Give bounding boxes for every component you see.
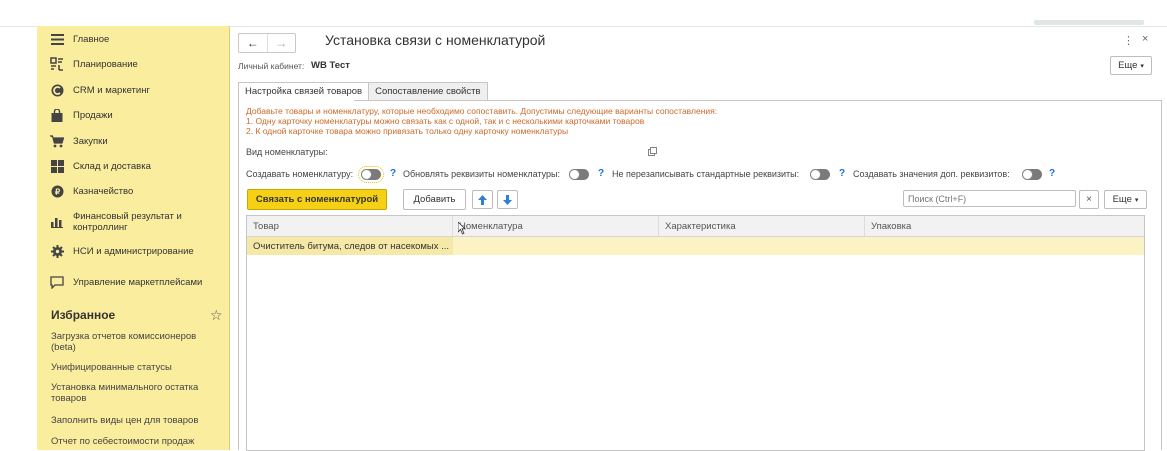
arrow-down-icon	[503, 194, 512, 205]
clear-search-button[interactable]: ×	[1079, 190, 1099, 209]
history-nav: ← →	[238, 33, 296, 53]
cabinet-label: Личный кабинет:	[238, 61, 305, 71]
create-values-toggle[interactable]	[1022, 169, 1042, 180]
sidebar-item-label: Планирование	[73, 58, 138, 70]
sidebar-item-purchases[interactable]: Закупки	[37, 133, 229, 149]
sidebar-item-label: CRM и маркетинг	[73, 84, 150, 96]
crm-icon	[49, 82, 65, 98]
tab-property-matching[interactable]: Сопоставление свойств	[368, 82, 488, 101]
favorites-title: Избранное	[51, 308, 116, 322]
tab-bar: Настройка связей товаров Сопоставление с…	[238, 82, 488, 101]
table-header: Товар Номенклатура Характеристика Упаков…	[247, 216, 1144, 237]
cabinet-value[interactable]: WB Тест	[311, 60, 350, 71]
sidebar-item-sales[interactable]: Продажи	[37, 107, 229, 123]
sidebar-item-finance[interactable]: Финансовый результат и контроллинг	[37, 210, 229, 234]
create-nomenclature-label: Создавать номенклатуру:	[246, 169, 354, 179]
update-requisites-toggle[interactable]	[569, 169, 589, 180]
sidebar-item-label: НСИ и администрирование	[73, 245, 194, 257]
panel-border	[238, 100, 239, 450]
table-cell[interactable]	[453, 237, 659, 255]
table-more-button[interactable]: Еще ▾	[1104, 190, 1147, 209]
create-values-label: Создавать значения доп. реквизитов:	[853, 169, 1010, 179]
sidebar-item-marketplaces[interactable]: Управление маркетплейсами	[37, 270, 229, 294]
help-icon[interactable]: ?	[390, 168, 396, 179]
tab-link-settings[interactable]: Настройка связей товаров	[238, 82, 370, 101]
svg-text:₽: ₽	[54, 187, 59, 196]
column-header[interactable]: Характеристика	[659, 216, 865, 236]
favorite-item[interactable]: Установка минимального остатка товаров	[51, 382, 221, 404]
form-more-button[interactable]: Еще ▾	[1110, 56, 1152, 75]
favorite-item[interactable]: Заполнить виды цен для товаров	[51, 415, 221, 426]
sidebar-item-warehouse[interactable]: Склад и доставка	[37, 158, 229, 174]
cart-icon	[49, 133, 65, 149]
main-panel: ← → Установка связи с номенклатурой ⋮ × …	[230, 26, 1167, 451]
favorite-item[interactable]: Унифицированные статусы	[51, 362, 221, 373]
table-cell[interactable]	[865, 237, 1144, 255]
no-overwrite-toggle[interactable]	[810, 169, 830, 180]
gear-icon	[49, 243, 65, 259]
no-overwrite-label: Не перезаписывать стандартные реквизиты:	[612, 169, 800, 179]
sidebar-item-label: Казначейство	[73, 185, 134, 197]
panel-border	[1161, 100, 1162, 450]
planning-icon	[49, 56, 65, 72]
warehouse-icon	[49, 158, 65, 174]
arrow-up-icon	[478, 194, 487, 205]
column-header[interactable]: Номенклатура	[453, 216, 659, 236]
mouse-cursor-icon	[458, 222, 466, 235]
favorite-item[interactable]: Загрузка отчетов комиссионеров (beta)	[51, 331, 221, 353]
window-more-icon[interactable]: ⋮	[1123, 34, 1134, 47]
table-cell[interactable]: Очиститель битума, следов от насекомых .…	[247, 237, 453, 255]
create-nomenclature-toggle[interactable]	[358, 166, 384, 183]
sidebar-item-label: Главное	[73, 33, 110, 45]
help-icon[interactable]: ?	[839, 168, 845, 179]
treasury-icon: ₽	[49, 183, 65, 199]
page-title: Установка связи с номенклатурой	[325, 32, 546, 48]
chat-icon	[49, 274, 65, 290]
column-header[interactable]: Товар	[247, 216, 453, 236]
add-button[interactable]: Добавить	[403, 189, 466, 210]
tab-divider	[354, 100, 1162, 101]
kind-label: Вид номенклатуры:	[246, 147, 328, 157]
star-icon[interactable]: ☆	[210, 307, 223, 324]
chevron-down-icon: ▾	[1134, 196, 1139, 204]
sidebar-item-label: Финансовый результат и контроллинг	[73, 211, 182, 233]
top-strip-decoration	[1034, 20, 1144, 25]
hint-text: 2. К одной карточке товара можно привяза…	[246, 126, 569, 136]
forward-arrow-icon[interactable]: →	[268, 34, 296, 52]
sidebar-item-label: Закупки	[73, 135, 108, 147]
sidebar-item-label: Управление маркетплейсами	[73, 276, 203, 288]
sidebar-item-admin[interactable]: НСИ и администрирование	[37, 243, 229, 259]
move-down-button[interactable]	[497, 190, 518, 209]
more-button-label: Еще	[1112, 194, 1132, 205]
chevron-down-icon: ▾	[1140, 62, 1144, 70]
link-nomenclature-button[interactable]: Связать с номенклатурой	[247, 189, 387, 210]
search-input[interactable]	[903, 190, 1076, 207]
update-requisites-label: Обновлять реквизиты номенклатуры:	[403, 169, 560, 179]
more-button-label: Еще	[1118, 60, 1138, 71]
top-strip	[0, 0, 1167, 27]
sidebar-item-label: Склад и доставка	[73, 160, 151, 172]
chart-icon	[49, 214, 65, 230]
open-icon[interactable]	[648, 147, 657, 156]
help-icon[interactable]: ?	[1049, 168, 1055, 179]
table-row[interactable]: Очиститель битума, следов от насекомых .…	[247, 237, 1144, 255]
sidebar-item-main[interactable]: Главное	[37, 31, 229, 47]
sidebar-item-crm[interactable]: CRM и маркетинг	[37, 82, 229, 98]
back-arrow-icon[interactable]: ←	[239, 34, 268, 52]
favorite-item[interactable]: Отчет по себестоимости продаж	[51, 436, 221, 447]
sidebar-item-treasury[interactable]: ₽ Казначейство	[37, 183, 229, 199]
move-up-button[interactable]	[472, 190, 493, 209]
sidebar-item-planning[interactable]: Планирование	[37, 56, 229, 72]
close-icon[interactable]: ×	[1142, 33, 1148, 45]
help-icon[interactable]: ?	[598, 168, 604, 179]
column-header[interactable]: Упаковка	[865, 216, 1144, 236]
sidebar: Главное Планирование CRM и маркетинг Про…	[37, 26, 230, 450]
sidebar-item-label: Продажи	[73, 109, 113, 121]
links-table: Товар Номенклатура Характеристика Упаков…	[246, 215, 1145, 451]
table-cell[interactable]	[659, 237, 865, 255]
shopping-bag-icon	[49, 107, 65, 123]
menu-icon	[49, 31, 65, 47]
